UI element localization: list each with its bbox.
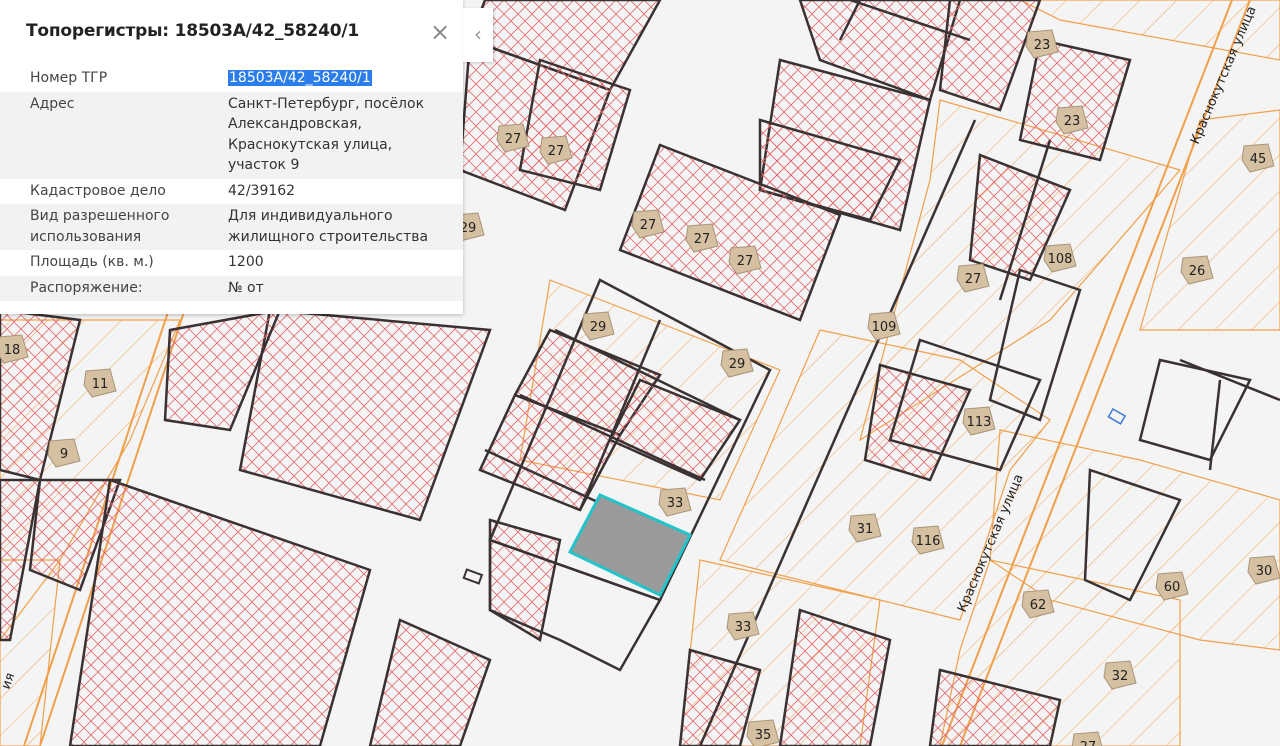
house-number-label: 11 [92,377,109,392]
house-number-label: 27 [737,254,754,269]
house-number-label: 27 [505,132,522,147]
table-row: Вид разрешенного использования Для индив… [0,204,463,250]
house-number-label: 29 [729,357,746,372]
house-number-label: 9 [60,447,68,462]
house-number-label: 33 [735,620,752,635]
house-number-label: 30 [1256,564,1273,579]
house-number-label: 29 [590,320,607,335]
area-value[interactable]: 1200 [228,250,463,276]
cadastral-case-value[interactable]: 42/39162 [228,179,463,205]
house-number-label: 18 [4,343,21,358]
house-number-label: 27 [640,218,657,233]
house-number-label: 116 [916,534,941,549]
row-label: Распоряжение: [0,275,228,301]
house-number-label: 62 [1030,598,1047,613]
collapse-panel-button[interactable]: ‹ [463,8,493,62]
close-icon[interactable]: × [430,20,450,44]
row-label: Вид разрешенного использования [0,204,228,250]
house-number-label: 33 [667,496,684,511]
table-row: Адрес Санкт-Петербург, посёлок Александр… [0,91,463,179]
row-label: Адрес [0,91,228,179]
house-number-label: 27 [965,272,982,287]
row-label: Площадь (кв. м.) [30,254,154,270]
table-row: Распоряжение: № от [0,275,463,301]
house-number-label: 60 [1164,580,1181,595]
house-number-label: 26 [1189,264,1206,279]
house-number-label: 32 [1112,669,1129,684]
house-number-label: 27 [694,232,711,247]
house-number-label: 109 [872,320,897,335]
panel-title: Топорегистры: 18503A/42_58240/1 [26,21,360,41]
order-value[interactable]: № от [228,275,463,301]
house-number-label: 113 [967,415,992,430]
table-row: Номер ТГР 18503A/42_58240/1 [0,66,463,92]
row-label: Номер ТГР [30,70,108,86]
house-number-label: 23 [1034,38,1051,53]
info-panel: Топорегистры: 18503A/42_58240/1 × Номер … [0,0,463,314]
table-row: Кадастровое дело 42/39162 [0,179,463,205]
address-value[interactable]: Санкт-Петербург, посёлок Александровская… [228,91,463,179]
table-row: Площадь (кв. м.) 1200 [0,250,463,276]
house-number-label: 108 [1048,252,1073,267]
house-number-label: 23 [1064,114,1081,129]
tgr-number-value[interactable]: 18503A/42_58240/1 [228,70,372,86]
attributes-table: Номер ТГР 18503A/42_58240/1 Адрес Санкт-… [0,66,463,301]
house-number-label: 31 [857,522,874,537]
house-number-label: 27 [548,144,565,159]
house-number-label: 35 [755,728,772,743]
house-number-label: 45 [1250,152,1267,167]
house-number-label: 27 [1080,740,1097,746]
permitted-use-value[interactable]: Для индивидуального жилищного строительс… [228,204,463,250]
row-label: Кадастровое дело [30,182,166,199]
